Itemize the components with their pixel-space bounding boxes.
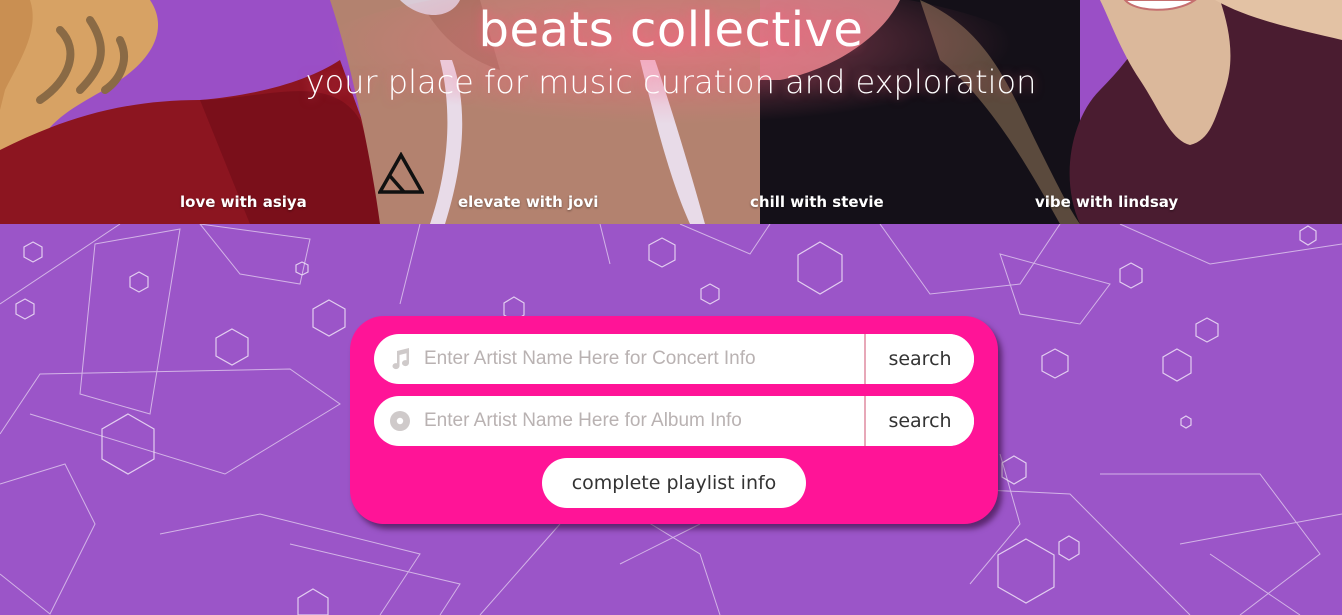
music-note-icon: [392, 348, 410, 370]
complete-playlist-info-button[interactable]: complete playlist info: [542, 458, 806, 508]
site-title: beats collective: [478, 2, 864, 58]
triangle-logo-icon[interactable]: [378, 152, 424, 194]
album-search-button[interactable]: search: [866, 396, 974, 446]
persona-link-asiya[interactable]: love with asiya: [180, 193, 307, 211]
hero-banner: beats collective your place for music cu…: [0, 0, 1342, 224]
concert-search-bar: search: [374, 334, 974, 384]
search-panel: search search complete playlist info: [350, 316, 998, 524]
album-search-bar: search: [374, 396, 974, 446]
concert-search-button[interactable]: search: [866, 334, 974, 384]
disc-icon: [390, 411, 410, 431]
persona-link-jovi[interactable]: elevate with jovi: [458, 193, 598, 211]
persona-link-stevie[interactable]: chill with stevie: [750, 193, 884, 211]
persona-link-lindsay[interactable]: vibe with lindsay: [1035, 193, 1178, 211]
concert-artist-input[interactable]: [424, 334, 862, 384]
site-subtitle: your place for music curation and explor…: [305, 63, 1037, 101]
album-artist-input[interactable]: [424, 396, 862, 446]
